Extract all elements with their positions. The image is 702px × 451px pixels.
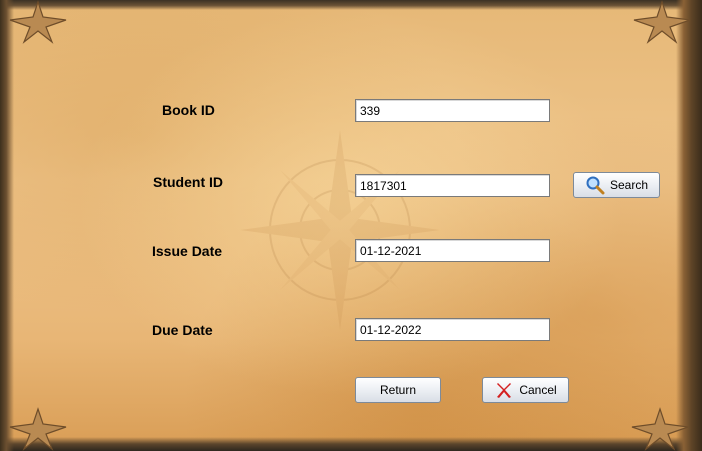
issue-date-field[interactable]	[355, 239, 550, 262]
student-id-label: Student ID	[153, 174, 223, 190]
corner-star-icon	[9, 407, 67, 451]
search-button-label: Search	[609, 178, 649, 192]
parchment-background: Book ID Student ID Issue Date Due Date S…	[0, 0, 702, 451]
search-button[interactable]: Search	[573, 172, 660, 198]
frame-right-edge	[676, 0, 702, 451]
corner-star-icon	[633, 0, 691, 44]
return-button-label: Return	[379, 383, 417, 397]
frame-top-edge	[0, 0, 702, 10]
corner-star-icon	[631, 407, 689, 451]
frame-bottom-edge	[0, 437, 702, 451]
due-date-field[interactable]	[355, 318, 550, 341]
issue-date-label: Issue Date	[152, 243, 223, 259]
close-icon	[494, 380, 514, 400]
frame-left-edge	[0, 0, 14, 451]
search-icon	[585, 175, 605, 195]
compass-watermark-icon	[240, 130, 440, 330]
book-id-field[interactable]	[355, 99, 550, 122]
corner-star-icon	[9, 0, 67, 44]
student-id-field[interactable]	[355, 174, 550, 197]
cancel-button-label: Cancel	[519, 383, 557, 397]
book-id-label: Book ID	[162, 102, 215, 118]
return-button[interactable]: Return	[355, 377, 441, 403]
cancel-button[interactable]: Cancel	[482, 377, 569, 403]
due-date-label: Due Date	[152, 322, 213, 338]
